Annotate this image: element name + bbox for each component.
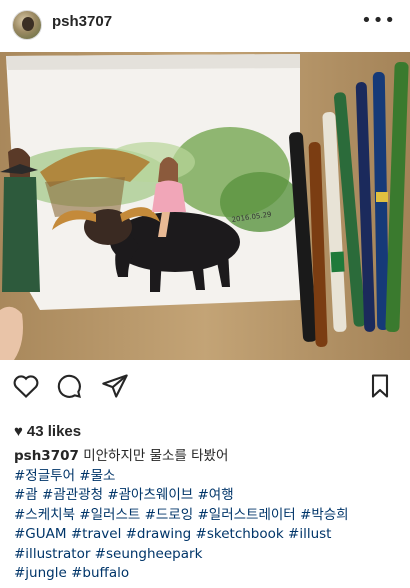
hashtag[interactable]: #buffalo — [71, 565, 129, 581]
heart-icon[interactable] — [12, 372, 40, 400]
caption-first-line: psh3707 미안하지만 물소를 타봤어 — [14, 447, 404, 467]
hashtag[interactable]: #illust — [288, 526, 331, 542]
caption-username[interactable]: psh3707 — [14, 448, 79, 464]
hashtag-line: #정글투어 #물소 — [14, 467, 404, 487]
sketchbook-photo-illustration: 2016.05.29 — [0, 52, 410, 360]
more-dots-icon[interactable]: ••• — [361, 12, 396, 30]
avatar[interactable] — [12, 10, 42, 40]
hashtag-line: #jungle #buffalo — [14, 564, 404, 584]
share-icon[interactable] — [101, 372, 129, 400]
caption-text: 미안하지만 물소를 타봤어 — [83, 448, 229, 464]
hashtag[interactable]: #정글투어 — [14, 468, 75, 484]
hashtag[interactable]: #괌아츠웨이브 — [107, 487, 193, 503]
hashtag[interactable]: #여행 — [197, 487, 233, 503]
hashtag[interactable]: #travel — [71, 526, 121, 542]
post-actions — [0, 370, 410, 404]
likes-text: 43 likes — [26, 423, 82, 440]
hashtag[interactable]: #물소 — [79, 468, 115, 484]
hashtag[interactable]: #일러스트레이터 — [197, 507, 295, 523]
hashtag[interactable]: #drawing — [126, 526, 192, 542]
hashtag-line: #GUAM #travel #drawing #sketchbook #illu… — [14, 525, 404, 545]
hashtag[interactable]: #일러스트 — [79, 507, 140, 523]
bookmark-icon[interactable] — [366, 372, 394, 400]
post-username[interactable]: psh3707 — [52, 13, 112, 30]
hashtag-line: #괌 #괌관광청 #괌아츠웨이브 #여행 — [14, 486, 404, 506]
post-header: psh3707 ••• — [0, 0, 410, 46]
hashtag[interactable]: #jungle — [14, 565, 67, 581]
comment-icon[interactable] — [55, 372, 83, 400]
hashtag[interactable]: #illustrator — [14, 546, 90, 562]
hashtag[interactable]: #괌 — [14, 487, 38, 503]
hashtag[interactable]: #괌관광청 — [42, 487, 103, 503]
hashtag[interactable]: #박승희 — [300, 507, 349, 523]
likes-count[interactable]: ♥ 43 likes — [14, 423, 81, 440]
hashtag[interactable]: #GUAM — [14, 526, 67, 542]
hashtag[interactable]: #드로잉 — [145, 507, 194, 523]
post-photo[interactable]: 2016.05.29 — [0, 52, 410, 360]
caption: psh3707 미안하지만 물소를 타봤어 #정글투어 #물소 #괌 #괌관광청… — [14, 447, 404, 584]
hashtag[interactable]: #sketchbook — [196, 526, 284, 542]
hashtag-line: #illustrator #seungheepark — [14, 545, 404, 565]
small-heart-icon: ♥ — [14, 423, 23, 440]
hashtag[interactable]: #seungheepark — [95, 546, 203, 562]
hashtag-line: #스케치북 #일러스트 #드로잉 #일러스트레이터 #박승희 — [14, 506, 404, 526]
hashtag[interactable]: #스케치북 — [14, 507, 75, 523]
